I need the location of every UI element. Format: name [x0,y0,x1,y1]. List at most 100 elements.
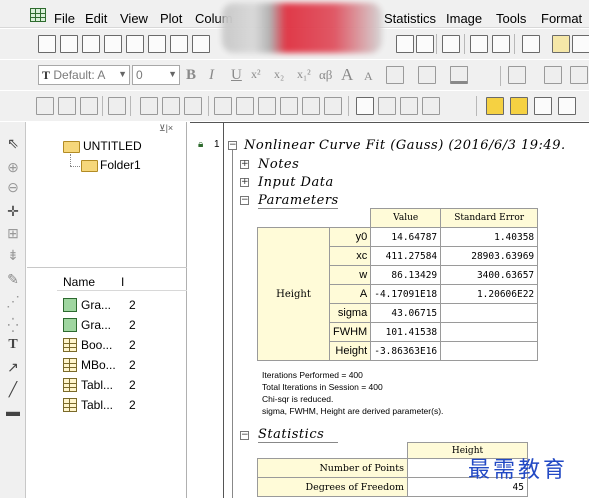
parameters-section[interactable]: Parameters [258,193,339,208]
child-folder-label[interactable]: Folder1 [100,158,141,172]
arrow-tool-icon[interactable]: ↗ [4,358,22,376]
pencil-icon[interactable] [486,97,504,115]
menu-format[interactable]: Format [541,11,582,26]
param-error[interactable] [440,322,539,342]
menu-edit[interactable]: Edit [85,11,107,26]
increase-font-button[interactable]: A [341,65,353,85]
font-color-icon[interactable] [450,66,468,84]
list-item[interactable]: Boo... 2 [61,336,187,356]
new-matrix-icon[interactable] [126,35,144,53]
axis-frame-icon[interactable] [258,97,276,115]
pointer-icon[interactable]: ⇖ [4,134,22,152]
param-value[interactable]: 14.64787 [370,227,442,247]
param-error[interactable] [440,341,539,361]
statistics-section[interactable]: Statistics [258,427,324,442]
param-error[interactable]: 3400.63657 [440,265,539,285]
import-multiple-icon[interactable] [416,35,434,53]
menu-tools[interactable]: Tools [496,11,526,26]
crosshair-icon[interactable]: ✛ [4,202,22,220]
param-error[interactable]: 1.40358 [440,227,539,247]
axis-l-icon[interactable] [214,97,232,115]
collapse-icon[interactable]: − [240,431,249,440]
menu-statistics[interactable]: Statistics [384,11,436,26]
collapse-icon[interactable]: − [240,196,249,205]
grid-icon[interactable] [422,97,440,115]
command-window-icon[interactable] [572,35,589,53]
subscript-button[interactable]: x₂ [274,67,284,82]
tool-more-icon[interactable] [558,97,576,115]
mask-icon[interactable]: ✎ [4,270,22,288]
axis-double-icon[interactable] [302,97,320,115]
new-layout-icon[interactable] [192,35,210,53]
new-workbook-icon[interactable] [82,35,100,53]
axis-box-icon[interactable] [236,97,254,115]
duplicate-icon[interactable] [492,35,510,53]
border-icon[interactable] [418,66,436,84]
list-item[interactable]: Tabl... 2 [61,376,187,396]
refresh-icon[interactable] [470,35,488,53]
data-selector-icon[interactable]: ⊞ [4,224,22,242]
name-column-header[interactable]: Name [63,275,95,289]
zoom-in-icon[interactable] [36,97,54,115]
param-error[interactable]: 1.20606E22 [440,284,539,304]
scatter-icon[interactable]: ⁛ [4,316,22,334]
new-sheet-icon[interactable] [148,35,166,53]
tool-extra-icon[interactable] [534,97,552,115]
zoom-out-tool-icon[interactable]: ⊖ [4,178,22,196]
workbook-add-icon[interactable] [378,97,396,115]
expand-icon[interactable]: + [240,160,249,169]
line-tool-icon[interactable]: ╱ [4,380,22,398]
bold-button[interactable]: B [186,67,196,84]
param-value[interactable]: -4.17091E18 [370,284,442,304]
super-subscript-button[interactable]: x₁² [297,67,311,82]
expand-icon[interactable]: + [240,178,249,187]
results-log-icon[interactable] [552,35,570,53]
layer-icon[interactable] [140,97,158,115]
param-error[interactable] [440,303,539,323]
new-project-icon[interactable] [38,35,56,53]
param-value[interactable]: 43.06715 [370,303,442,323]
font-size-select[interactable]: 0 ▼ [132,65,180,85]
layer-arrange-icon[interactable] [162,97,180,115]
list-item[interactable]: Gra... 2 [61,316,187,336]
project-explorer-icon[interactable] [522,35,540,53]
second-column-header[interactable]: I [121,275,124,289]
lock-icon[interactable]: 🔒︎ [198,139,203,150]
menu-image[interactable]: Image [446,11,482,26]
root-folder-label[interactable]: UNTITLED [83,139,142,153]
folder-tool-icon[interactable] [510,97,528,115]
rescale-icon[interactable] [108,97,126,115]
zoom-out-icon[interactable] [58,97,76,115]
line-color-icon[interactable] [544,66,562,84]
greek-button[interactable]: αβ [319,67,332,83]
superscript-button[interactable]: x² [251,67,261,82]
clock-icon[interactable] [400,97,418,115]
new-graph-icon[interactable] [104,35,122,53]
input-data-section[interactable]: Input Data [258,175,334,190]
decrease-font-button[interactable]: A [364,69,373,84]
line-width-icon[interactable] [570,66,588,84]
print-icon[interactable] [442,35,460,53]
italic-button[interactable]: I [209,67,214,84]
axis-step-icon[interactable] [324,97,342,115]
menu-view[interactable]: View [120,11,148,26]
open-icon[interactable] [60,35,78,53]
layer-merge-icon[interactable] [184,97,202,115]
param-value[interactable]: 411.27584 [370,246,442,266]
collapse-icon[interactable]: − [228,141,237,150]
data-reader-icon[interactable]: ⇟ [4,246,22,264]
menu-plot[interactable]: Plot [160,11,182,26]
rectangle-tool-icon[interactable]: ▬ [4,402,22,420]
param-value[interactable]: 86.13429 [370,265,442,285]
whole-page-icon[interactable] [80,97,98,115]
new-function-icon[interactable] [170,35,188,53]
list-item[interactable]: MBo... 2 [61,356,187,376]
results-table-icon[interactable] [356,97,374,115]
axis-open-icon[interactable] [280,97,298,115]
menu-file[interactable]: File [54,11,75,26]
zoom-in-tool-icon[interactable]: ⊕ [4,158,22,176]
draw-data-icon[interactable]: ⋰ [4,292,22,310]
param-error[interactable]: 28903.63969 [440,246,539,266]
underline-button[interactable]: U [231,67,242,84]
font-select[interactable]: T Default: A ▼ [38,65,130,85]
